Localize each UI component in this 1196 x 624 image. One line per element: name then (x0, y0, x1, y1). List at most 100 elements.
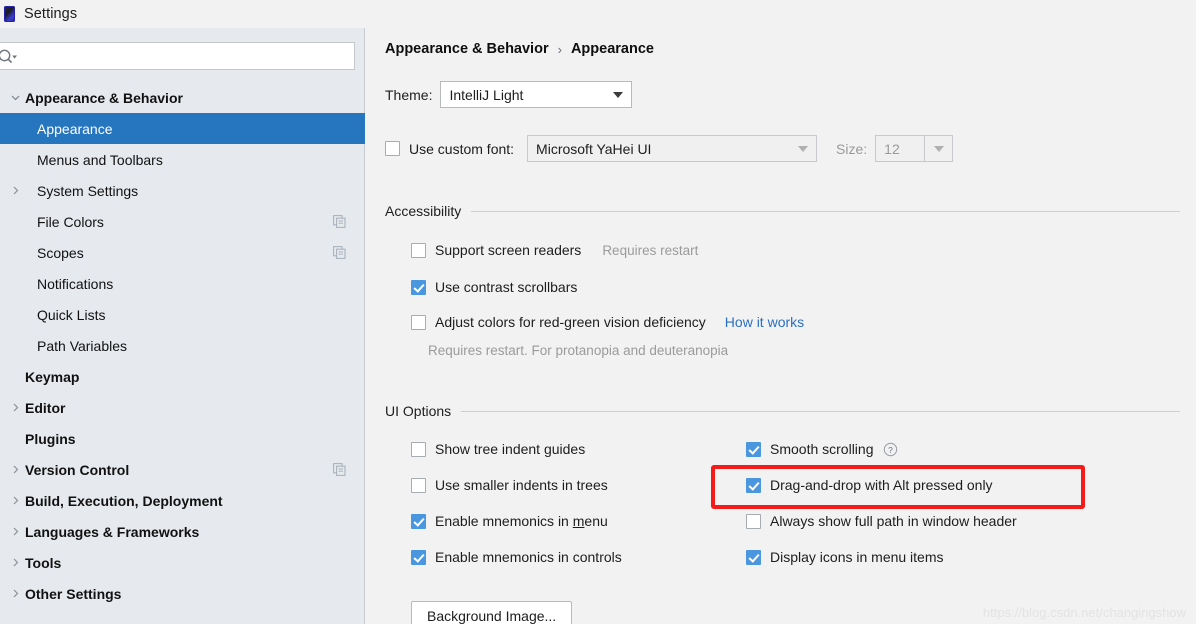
sidebar-item-label: Appearance & Behavior (25, 89, 183, 106)
search-input[interactable] (22, 44, 347, 68)
sidebar-item-build-execution-deployment[interactable]: Build, Execution, Deployment (0, 485, 365, 516)
chevron-down-icon[interactable] (8, 82, 22, 113)
background-image-button[interactable]: Background Image... (411, 601, 573, 624)
always-show-full-path-row: Always show full path in window header (746, 513, 1017, 529)
sidebar-item-label: Scopes (37, 244, 84, 261)
breadcrumb-parent[interactable]: Appearance & Behavior (385, 41, 549, 57)
sidebar-item-label: Path Variables (37, 337, 128, 354)
smooth-scrolling-label: Smooth scrolling (770, 441, 874, 457)
custom-font-value: Microsoft YaHei UI (536, 140, 652, 157)
sidebar-item-quick-lists[interactable]: Quick Lists (0, 299, 365, 330)
settings-main-panel: Appearance & Behavior › Appearance Theme… (366, 28, 1196, 624)
show-tree-indent-guides-checkbox[interactable]: Show tree indent guides (411, 441, 585, 457)
sidebar-item-system-settings[interactable]: System Settings (0, 175, 365, 206)
sidebar-item-appearance-behavior[interactable]: Appearance & Behavior (0, 82, 365, 113)
chevron-down-icon[interactable] (605, 82, 631, 107)
checkbox-box[interactable] (385, 141, 400, 156)
search-box[interactable] (0, 42, 355, 70)
use-smaller-indents-row: Use smaller indents in trees (411, 477, 608, 493)
sidebar-item-languages-frameworks[interactable]: Languages & Frameworks (0, 516, 365, 547)
chevron-right-icon[interactable] (8, 578, 22, 609)
sidebar-item-label: Quick Lists (37, 306, 106, 323)
use-custom-font-checkbox[interactable]: Use custom font: (385, 141, 514, 157)
show-tree-indent-guides-label: Show tree indent guides (435, 441, 586, 457)
display-icons-menu-items-checkbox[interactable]: Display icons in menu items (746, 549, 944, 565)
sidebar-item-other-settings[interactable]: Other Settings (0, 578, 365, 609)
accessibility-footnote: Requires restart. For protanopia and deu… (428, 343, 728, 358)
help-circle-icon[interactable]: ? (883, 442, 898, 457)
checkbox-box[interactable] (411, 549, 426, 565)
font-size-value: 12 (884, 140, 900, 157)
use-smaller-indents-checkbox[interactable]: Use smaller indents in trees (411, 477, 608, 493)
font-size-spinner[interactable]: 12 (875, 135, 954, 162)
how-it-works-link[interactable]: How it works (725, 314, 804, 330)
sidebar-item-editor[interactable]: Editor (0, 392, 365, 423)
sidebar-item-version-control[interactable]: Version Control (0, 454, 365, 485)
support-screen-readers-row: Support screen readers Requires restart (411, 242, 698, 258)
copy-icon[interactable] (333, 463, 346, 476)
checkbox-box[interactable] (411, 279, 426, 295)
checkbox-box[interactable] (746, 477, 761, 493)
checkbox-box[interactable] (411, 477, 426, 493)
mnemonic-key: m (572, 513, 585, 529)
theme-row: Theme: IntelliJ Light (385, 81, 633, 108)
sidebar-item-plugins[interactable]: Plugins (0, 423, 365, 454)
ui-options-title: UI Options (385, 403, 452, 419)
sidebar-item-label: Languages & Frameworks (25, 523, 200, 540)
chevron-right-icon[interactable] (8, 392, 22, 423)
checkbox-box[interactable] (746, 441, 761, 457)
smooth-scrolling-checkbox[interactable]: Smooth scrolling (746, 441, 874, 457)
settings-tree: Appearance & Behavior Appearance Menus and… (0, 82, 365, 609)
search-icon[interactable] (0, 48, 18, 66)
drag-and-drop-alt-checkbox[interactable]: Drag-and-drop with Alt pressed only (746, 477, 993, 493)
chevron-right-icon[interactable] (8, 175, 22, 206)
chevron-down-icon[interactable] (790, 136, 816, 161)
breadcrumb: Appearance & Behavior › Appearance (385, 41, 654, 57)
search-field-wrapper (0, 42, 355, 70)
sidebar-item-path-variables[interactable]: Path Variables (0, 330, 365, 361)
chevron-down-icon[interactable] (924, 136, 953, 161)
custom-font-select[interactable]: Microsoft YaHei UI (527, 135, 818, 162)
copy-icon[interactable] (333, 215, 346, 228)
sidebar-item-tools[interactable]: Tools (0, 547, 365, 578)
smooth-scrolling-row: Smooth scrolling ? (746, 441, 898, 457)
sidebar-item-file-colors[interactable]: File Colors (0, 206, 365, 237)
always-show-full-path-checkbox[interactable]: Always show full path in window header (746, 513, 1017, 529)
sidebar-item-menus-and-toolbars[interactable]: Menus and Toolbars (0, 144, 365, 175)
copy-icon[interactable] (333, 246, 346, 259)
sidebar-item-label: System Settings (37, 182, 139, 199)
theme-label: Theme: (385, 86, 433, 103)
chevron-right-icon[interactable] (8, 516, 22, 547)
chevron-right-icon[interactable] (8, 454, 22, 485)
drag-and-drop-alt-row: Drag-and-drop with Alt pressed only (746, 477, 993, 493)
theme-select-value: IntelliJ Light (449, 86, 524, 103)
sidebar-item-label: Version Control (25, 461, 130, 478)
checkbox-box[interactable] (746, 549, 761, 565)
sidebar-item-appearance[interactable]: Appearance (0, 113, 365, 144)
theme-select[interactable]: IntelliJ Light (440, 81, 633, 108)
sidebar-item-label: Plugins (25, 430, 76, 447)
settings-window: Settings Appearance & Behavior Appearance… (0, 0, 1196, 624)
sidebar-item-scopes[interactable]: Scopes (0, 237, 365, 268)
chevron-right-icon[interactable] (8, 485, 22, 516)
chevron-right-icon[interactable] (8, 547, 22, 578)
checkbox-box[interactable] (411, 441, 426, 457)
display-icons-menu-items-row: Display icons in menu items (746, 549, 944, 565)
use-contrast-scrollbars-checkbox[interactable]: Use contrast scrollbars (411, 279, 577, 295)
checkbox-box[interactable] (411, 242, 426, 258)
checkbox-box[interactable] (746, 513, 761, 529)
sidebar-item-notifications[interactable]: Notifications (0, 268, 365, 299)
enable-mnemonics-controls-row: Enable mnemonics in controls (411, 549, 622, 565)
enable-mnemonics-menu-checkbox[interactable]: Enable mnemonics in menu (411, 513, 608, 529)
sidebar-item-label: Build, Execution, Deployment (25, 492, 223, 509)
enable-mnemonics-controls-label: Enable mnemonics in controls (435, 549, 622, 565)
checkbox-box[interactable] (411, 513, 426, 529)
support-screen-readers-checkbox[interactable]: Support screen readers (411, 242, 581, 258)
adjust-colors-checkbox[interactable]: Adjust colors for red-green vision defic… (411, 314, 706, 330)
checkbox-box[interactable] (411, 314, 426, 330)
enable-mnemonics-controls-checkbox[interactable]: Enable mnemonics in controls (411, 549, 622, 565)
sidebar-item-keymap[interactable]: Keymap (0, 361, 365, 392)
font-size-label: Size: (836, 140, 868, 157)
show-tree-indent-guides-row: Show tree indent guides (411, 441, 585, 457)
sidebar-item-label: Menus and Toolbars (37, 151, 163, 168)
